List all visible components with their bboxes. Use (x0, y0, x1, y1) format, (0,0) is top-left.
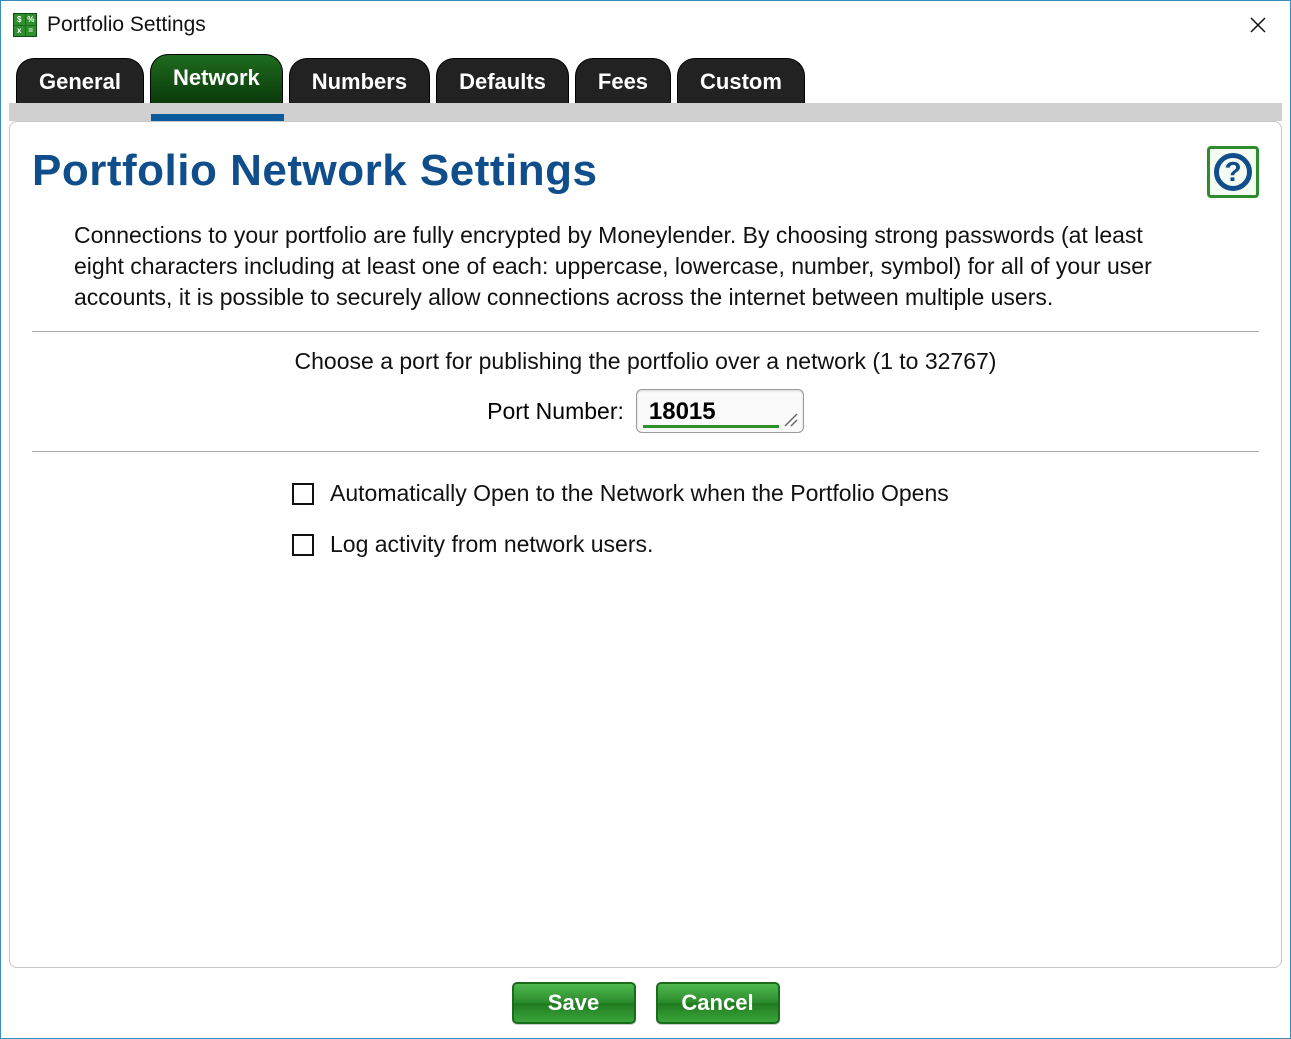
titlebar: $%x= Portfolio Settings (1, 1, 1290, 49)
panel-header: Portfolio Network Settings ? (32, 146, 1259, 198)
tab-label: Numbers (312, 69, 407, 94)
divider (32, 451, 1259, 452)
tab-custom[interactable]: Custom (677, 58, 805, 103)
close-icon (1248, 15, 1268, 35)
help-button[interactable]: ? (1207, 146, 1259, 198)
tab-label: Custom (700, 69, 782, 94)
page-description: Connections to your portfolio are fully … (74, 220, 1184, 313)
tab-general[interactable]: General (16, 58, 144, 103)
resize-grip-icon (783, 412, 799, 428)
tab-label: General (39, 69, 121, 94)
page-title: Portfolio Network Settings (32, 146, 597, 196)
tab-defaults[interactable]: Defaults (436, 58, 569, 103)
checkbox-box (292, 534, 314, 556)
divider (32, 331, 1259, 332)
port-row: Port Number: (32, 389, 1259, 433)
port-section: Choose a port for publishing the portfol… (32, 348, 1259, 433)
checkbox-log-activity[interactable]: Log activity from network users. (292, 531, 1259, 558)
active-tab-underline (151, 114, 284, 121)
button-label: Cancel (681, 990, 753, 1015)
save-button[interactable]: Save (512, 982, 636, 1024)
tab-numbers[interactable]: Numbers (289, 58, 430, 103)
tab-label: Defaults (459, 69, 546, 94)
settings-panel: Portfolio Network Settings ? Connections… (9, 121, 1282, 968)
tabbar: General Network Numbers Defaults Fees Cu… (1, 49, 1290, 103)
port-input-wrap[interactable] (636, 389, 804, 433)
help-icon: ? (1214, 153, 1252, 191)
checkbox-block: Automatically Open to the Network when t… (292, 480, 1259, 558)
checkbox-label: Automatically Open to the Network when t… (330, 480, 949, 507)
window-title: Portfolio Settings (47, 13, 206, 37)
checkbox-auto-open[interactable]: Automatically Open to the Network when t… (292, 480, 1259, 507)
app-icon: $%x= (13, 13, 37, 37)
input-underline (643, 425, 779, 428)
port-instruction: Choose a port for publishing the portfol… (32, 348, 1259, 375)
close-button[interactable] (1238, 5, 1278, 45)
cancel-button[interactable]: Cancel (656, 982, 780, 1024)
button-label: Save (548, 990, 599, 1015)
tab-network[interactable]: Network (150, 54, 283, 103)
tab-label: Network (173, 65, 260, 90)
tab-fees[interactable]: Fees (575, 58, 671, 103)
port-input[interactable] (643, 398, 763, 426)
port-label: Port Number: (487, 398, 624, 425)
tab-label: Fees (598, 69, 648, 94)
checkbox-label: Log activity from network users. (330, 531, 653, 558)
footer: Save Cancel (1, 968, 1290, 1038)
checkbox-box (292, 483, 314, 505)
